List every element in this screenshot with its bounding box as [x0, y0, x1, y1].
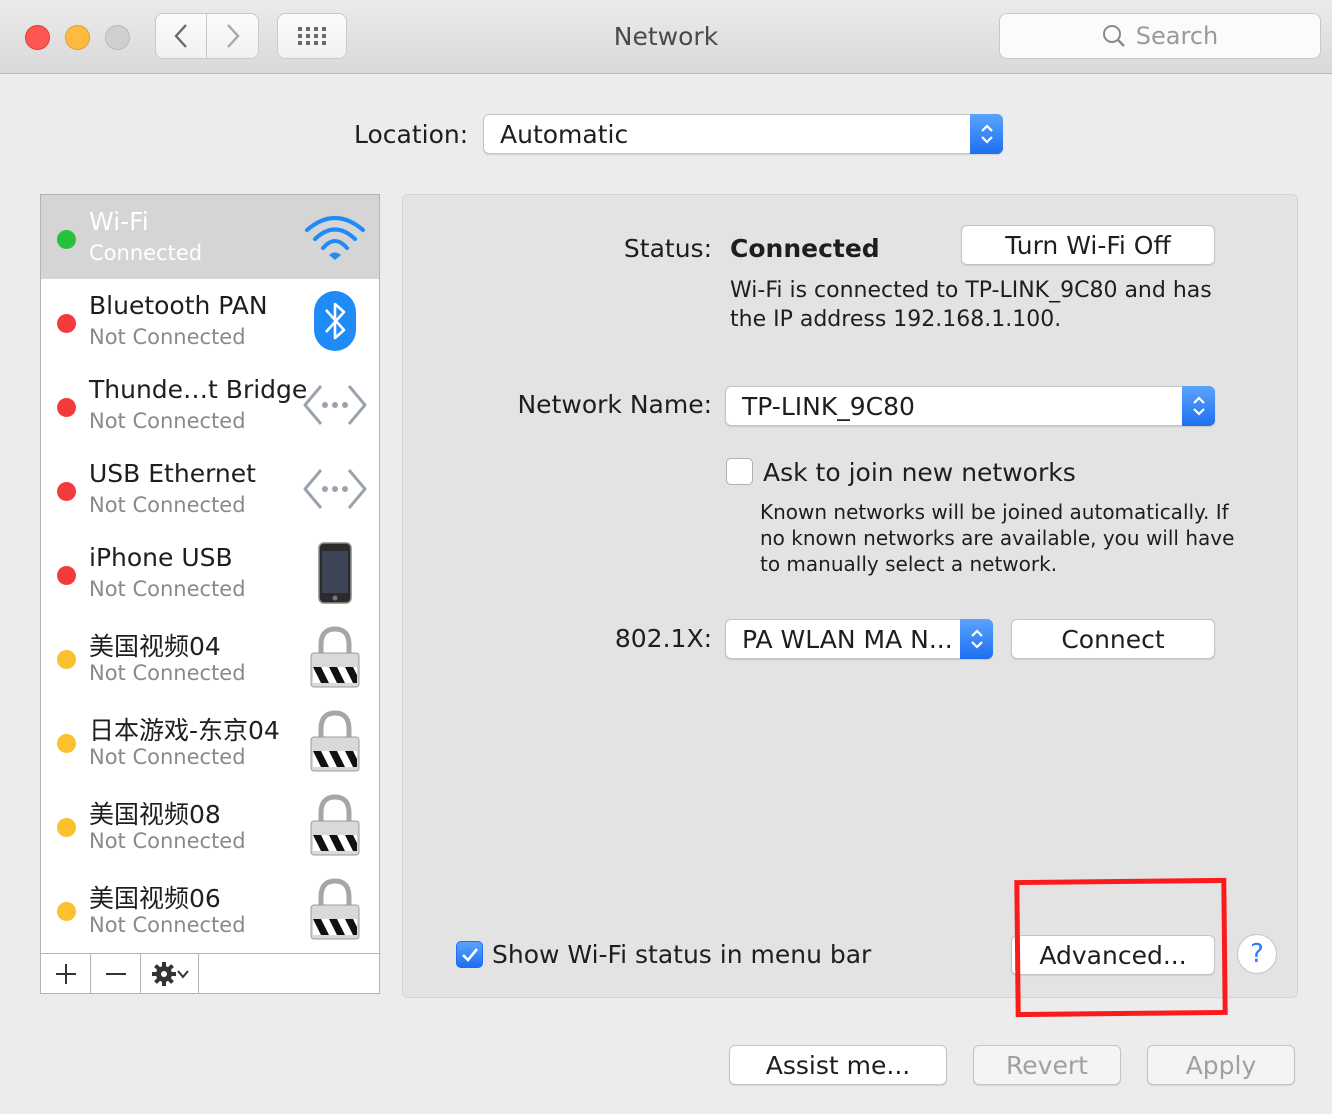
ethernet-arrows-icon: [303, 457, 367, 521]
service-status: Connected: [89, 241, 203, 265]
status-label: Status:: [623, 234, 712, 263]
service-bluetooth-pan[interactable]: Bluetooth PAN Not Connected: [41, 279, 379, 363]
turn-wifi-off-button[interactable]: Turn Wi-Fi Off: [961, 225, 1215, 265]
service-thunderbolt-bridge[interactable]: Thunde…t Bridge Not Connected: [41, 363, 379, 447]
status-dot: [57, 566, 76, 585]
service-vpn-us08[interactable]: 美国视频08 Not Connected: [41, 783, 379, 867]
status-description-line: the IP address 192.168.1.100.: [730, 307, 1062, 332]
service-name: iPhone USB: [89, 543, 233, 572]
action-menu-button[interactable]: [141, 954, 199, 993]
status-dot: [57, 482, 76, 501]
network-name-popup[interactable]: TP-LINK_9C80: [725, 386, 1215, 426]
ask-to-join-label: Ask to join new networks: [763, 458, 1076, 487]
service-status: Not Connected: [89, 409, 246, 433]
service-name: 日本游戏-东京04: [89, 716, 280, 745]
service-usb-ethernet[interactable]: USB Ethernet Not Connected: [41, 447, 379, 531]
service-wifi[interactable]: Wi-Fi Connected: [41, 195, 379, 279]
service-iphone-usb[interactable]: iPhone USB Not Connected: [41, 531, 379, 615]
show-wifi-status-checkbox[interactable]: [456, 941, 483, 968]
status-dot: [57, 818, 76, 837]
help-text-line: Known networks will be joined automatica…: [760, 500, 1229, 524]
network-name-label: Network Name:: [517, 390, 712, 419]
service-status: Not Connected: [89, 829, 246, 853]
connect-button[interactable]: Connect: [1011, 619, 1215, 659]
vpn-lock-icon: [303, 877, 367, 941]
popup-arrows-icon: [1182, 386, 1215, 426]
remove-service-button[interactable]: [91, 954, 141, 993]
status-dot: [57, 314, 76, 333]
revert-button[interactable]: Revert: [973, 1045, 1121, 1085]
help-button[interactable]: ?: [1237, 934, 1277, 974]
status-value: Connected: [730, 234, 880, 263]
popup-arrows-icon: [970, 114, 1003, 154]
show-wifi-status-label: Show Wi-Fi status in menu bar: [492, 940, 872, 969]
service-vpn-us06[interactable]: 美国视频06 Not Connected: [41, 867, 379, 951]
ask-to-join-checkbox[interactable]: [726, 458, 753, 485]
service-vpn-us04[interactable]: 美国视频04 Not Connected: [41, 615, 379, 699]
ethernet-arrows-icon: [303, 373, 367, 437]
search-field[interactable]: Search: [999, 13, 1321, 59]
dot1x-label: 802.1X:: [614, 624, 712, 653]
help-text-line: to manually select a network.: [760, 552, 1058, 576]
apply-button[interactable]: Apply: [1147, 1045, 1295, 1085]
help-text-line: no known networks are available, you wil…: [760, 526, 1235, 550]
annotation-highlight-box: [1014, 877, 1228, 1018]
minus-icon: [105, 972, 126, 975]
network-name-value: TP-LINK_9C80: [742, 391, 915, 421]
service-name: Bluetooth PAN: [89, 291, 268, 320]
vpn-lock-icon: [303, 793, 367, 857]
service-status: Not Connected: [89, 745, 246, 769]
checkmark-icon: [461, 947, 478, 962]
location-label: Location:: [354, 120, 469, 149]
location-popup[interactable]: Automatic: [483, 114, 1003, 154]
chevron-down-icon: [176, 969, 189, 979]
status-dot: [57, 398, 76, 417]
service-status: Not Connected: [89, 577, 246, 601]
service-name: 美国视频08: [89, 800, 221, 829]
add-service-button[interactable]: [41, 954, 91, 993]
status-dot: [57, 734, 76, 753]
service-name: Thunde…t Bridge: [89, 375, 308, 404]
service-list-panel: Wi-Fi Connected Bluetooth PAN Not Connec…: [40, 194, 380, 994]
service-list: Wi-Fi Connected Bluetooth PAN Not Connec…: [41, 195, 379, 951]
service-name: USB Ethernet: [89, 459, 256, 488]
service-status: Not Connected: [89, 913, 246, 937]
window-titlebar: Network Search: [0, 0, 1332, 74]
service-status: Not Connected: [89, 493, 246, 517]
vpn-lock-icon: [303, 625, 367, 689]
plus-icon: [55, 963, 76, 984]
bluetooth-icon: [303, 289, 367, 353]
search-icon: [1102, 25, 1125, 47]
vpn-lock-icon: [303, 709, 367, 773]
service-name: 美国视频06: [89, 884, 221, 913]
gear-icon: [151, 961, 176, 986]
search-placeholder: Search: [1135, 22, 1219, 50]
status-description-line: Wi-Fi is connected to TP-LINK_9C80 and h…: [730, 278, 1212, 303]
iphone-icon: [303, 541, 367, 605]
service-status: Not Connected: [89, 661, 246, 685]
location-value: Automatic: [500, 119, 629, 149]
status-dot: [57, 650, 76, 669]
dot1x-popup[interactable]: PA WLAN MA N...: [725, 619, 993, 659]
popup-arrows-icon: [960, 619, 993, 659]
ask-to-join-help: Known networks will be joined automatica…: [760, 499, 1234, 577]
service-name: 美国视频04: [89, 632, 221, 661]
service-list-toolbar: [41, 953, 379, 993]
service-status: Not Connected: [89, 325, 246, 349]
service-vpn-tokyo04[interactable]: 日本游戏-东京04 Not Connected: [41, 699, 379, 783]
service-name: Wi-Fi: [89, 207, 149, 236]
status-dot: [57, 230, 76, 249]
status-dot: [57, 902, 76, 921]
status-description: Wi-Fi is connected to TP-LINK_9C80 and h…: [730, 276, 1212, 334]
wifi-icon: [303, 205, 367, 269]
dot1x-value: PA WLAN MA N...: [742, 624, 953, 654]
assist-me-button[interactable]: Assist me...: [729, 1045, 947, 1085]
